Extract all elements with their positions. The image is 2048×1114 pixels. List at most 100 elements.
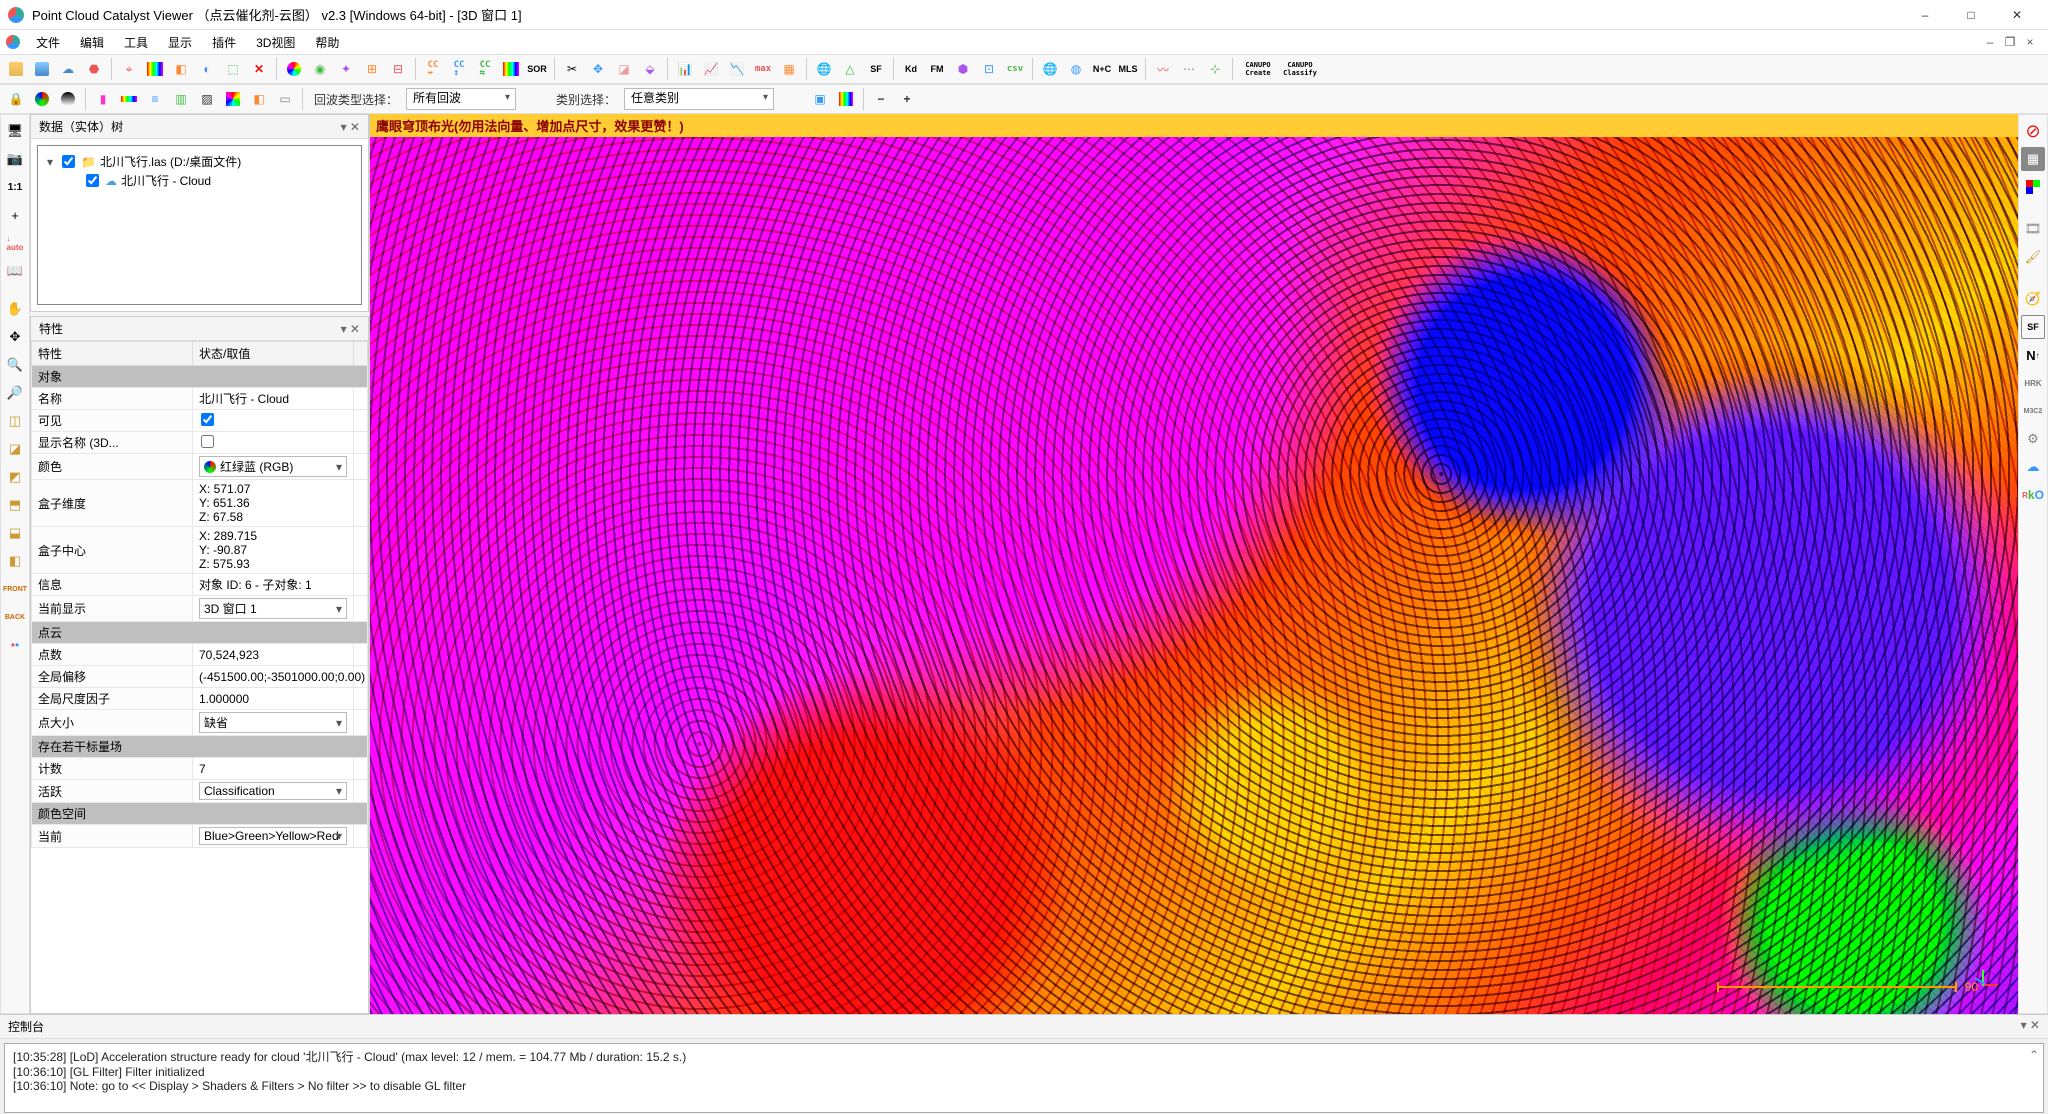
color-button[interactable] bbox=[282, 57, 306, 81]
tree-item[interactable]: ☁ 北川飞行 - Cloud bbox=[44, 171, 355, 190]
rsb-hrk[interactable]: HRK bbox=[2021, 371, 2045, 395]
item-8[interactable]: ◐ bbox=[195, 57, 219, 81]
mls-button[interactable]: MLS bbox=[1116, 57, 1140, 81]
globe-button[interactable]: 🌐 bbox=[1038, 57, 1062, 81]
eraser-button[interactable]: ◪ bbox=[612, 57, 636, 81]
menu-3dview[interactable]: 3D视图 bbox=[246, 31, 305, 54]
item-34[interactable]: ⊡ bbox=[977, 57, 1001, 81]
t2-10[interactable]: ◧ bbox=[247, 87, 271, 111]
rsb-north[interactable]: N↑ bbox=[2021, 343, 2045, 367]
histogram-button[interactable] bbox=[143, 57, 167, 81]
save-button[interactable] bbox=[30, 57, 54, 81]
console-collapse-icon[interactable]: ▾ ✕ bbox=[2021, 1018, 2040, 1035]
dbtree[interactable]: ▾📁 北川飞行.las (D:/桌面文件)☁ 北川飞行 - Cloud bbox=[37, 145, 362, 305]
item-23[interactable]: ⬙ bbox=[638, 57, 662, 81]
mdi-close-icon[interactable]: × bbox=[2022, 35, 2038, 49]
t2-5[interactable] bbox=[117, 87, 141, 111]
t2-8[interactable]: ▨ bbox=[195, 87, 219, 111]
rsb-film[interactable]: 🎞 bbox=[2021, 217, 2045, 241]
rsb-rko[interactable]: RkO bbox=[2021, 483, 2045, 507]
lsb-dots[interactable]: •• bbox=[3, 633, 27, 657]
csv-button[interactable]: csv bbox=[1003, 57, 1027, 81]
t2-plus[interactable]: + bbox=[895, 87, 919, 111]
point-cloud-render[interactable] bbox=[370, 114, 2018, 1014]
lsb-zoomin[interactable]: 🔎 bbox=[3, 381, 27, 405]
rsb-rgb[interactable] bbox=[2021, 175, 2045, 199]
rsb-grid[interactable]: ▦ bbox=[2021, 147, 2045, 171]
lsb-back[interactable]: BACK bbox=[3, 605, 27, 629]
item-33[interactable]: ⬢ bbox=[951, 57, 975, 81]
t2-minus[interactable]: − bbox=[869, 87, 893, 111]
lsb-plus[interactable]: + bbox=[3, 203, 27, 227]
item-28[interactable]: ▦ bbox=[777, 57, 801, 81]
rsb-compass[interactable]: 🧭 bbox=[2021, 287, 2045, 311]
lsb-iso3[interactable]: ◩ bbox=[3, 465, 27, 489]
menu-tools[interactable]: 工具 bbox=[114, 31, 158, 54]
item-16[interactable]: CC↔ bbox=[421, 57, 445, 81]
item-40[interactable]: 〰 bbox=[1151, 57, 1175, 81]
menu-plugins[interactable]: 插件 bbox=[202, 31, 246, 54]
kd-button[interactable]: Kd bbox=[899, 57, 923, 81]
item-42[interactable]: ⊹ bbox=[1203, 57, 1227, 81]
lsb-book[interactable]: 📖 bbox=[3, 259, 27, 283]
class-combo[interactable]: 任意类别 bbox=[624, 88, 774, 110]
menu-edit[interactable]: 编辑 bbox=[70, 31, 114, 54]
rsb-forbid[interactable]: ⊘ bbox=[2021, 119, 2045, 143]
lsb-auto[interactable]: ↓auto bbox=[3, 231, 27, 255]
lock-button[interactable]: 🔒 bbox=[4, 87, 28, 111]
3d-viewer[interactable]: 鹰眼穹顶布光(勿用法向量、增加点尺寸，效果更赞！) 90 bbox=[370, 114, 2018, 1014]
props-combo[interactable]: Blue>Green>Yellow>Red bbox=[199, 827, 347, 845]
sf-button[interactable]: SF bbox=[864, 57, 888, 81]
sor-button[interactable]: SOR bbox=[525, 57, 549, 81]
delete-button[interactable]: ✕ bbox=[247, 57, 271, 81]
item-3[interactable]: ☁ bbox=[56, 57, 80, 81]
t2-view2[interactable] bbox=[834, 87, 858, 111]
item-27[interactable]: max bbox=[751, 57, 775, 81]
menu-file[interactable]: 文件 bbox=[26, 31, 70, 54]
item-9[interactable]: ⬚ bbox=[221, 57, 245, 81]
mdi-restore-icon[interactable]: ❐ bbox=[2002, 35, 2018, 49]
t2-11[interactable]: ▭ bbox=[273, 87, 297, 111]
tree-checkbox[interactable] bbox=[86, 174, 99, 187]
item-41[interactable]: ⋯ bbox=[1177, 57, 1201, 81]
t2-9[interactable] bbox=[221, 87, 245, 111]
rsb-gear[interactable]: ⚙ bbox=[2021, 427, 2045, 451]
props-combo[interactable]: Classification bbox=[199, 782, 347, 800]
item-30[interactable]: △ bbox=[838, 57, 862, 81]
lsb-iso6[interactable]: ◧ bbox=[3, 549, 27, 573]
item-29[interactable]: 🌐 bbox=[812, 57, 836, 81]
t2-6[interactable]: ≡ bbox=[143, 87, 167, 111]
scroll-up-icon[interactable]: ⌃ bbox=[2029, 1048, 2039, 1062]
maximize-button[interactable]: □ bbox=[1948, 0, 1994, 30]
lsb-hand[interactable]: ✋ bbox=[3, 297, 27, 321]
rsb-sf[interactable]: SF bbox=[2021, 315, 2045, 339]
rsb-m3c2[interactable]: M3C2 bbox=[2021, 399, 2045, 423]
props-combo[interactable]: 缺省 bbox=[199, 712, 347, 733]
props-checkbox[interactable] bbox=[201, 413, 214, 426]
tree-item[interactable]: ▾📁 北川飞行.las (D:/桌面文件) bbox=[44, 152, 355, 171]
close-button[interactable]: ✕ bbox=[1994, 0, 2040, 30]
item-19[interactable] bbox=[499, 57, 523, 81]
translate-button[interactable]: ✥ bbox=[586, 57, 610, 81]
rsb-cloud[interactable]: ☁ bbox=[2021, 455, 2045, 479]
rgb-button[interactable] bbox=[30, 87, 54, 111]
nc-button[interactable]: N+C bbox=[1090, 57, 1114, 81]
props-checkbox[interactable] bbox=[201, 435, 214, 448]
echo-combo[interactable]: 所有回波 bbox=[406, 88, 516, 110]
menu-help[interactable]: 帮助 bbox=[305, 31, 349, 54]
lsb-iso1[interactable]: ◫ bbox=[3, 409, 27, 433]
lsb-iso4[interactable]: ⬒ bbox=[3, 493, 27, 517]
chart3-button[interactable]: 📉 bbox=[725, 57, 749, 81]
mdi-minimize-icon[interactable]: – bbox=[1982, 35, 1998, 49]
item-7[interactable]: ◧ bbox=[169, 57, 193, 81]
props-combo[interactable]: 红绿蓝 (RGB) bbox=[199, 456, 347, 477]
t2-view1[interactable]: ▣ bbox=[808, 87, 832, 111]
lsb-monitor[interactable]: 🖥 bbox=[3, 119, 27, 143]
item-37[interactable]: ◍ bbox=[1064, 57, 1088, 81]
dbtree-collapse-icon[interactable]: ▾ ✕ bbox=[341, 120, 360, 134]
props-combo[interactable]: 3D 窗口 1 bbox=[199, 598, 347, 619]
lsb-1to1[interactable]: 1:1 bbox=[3, 175, 27, 199]
lsb-zoom[interactable]: 🔍 bbox=[3, 353, 27, 377]
lsb-iso5[interactable]: ⬓ bbox=[3, 521, 27, 545]
canupo-create-button[interactable]: CANUPOCreate bbox=[1238, 57, 1278, 81]
